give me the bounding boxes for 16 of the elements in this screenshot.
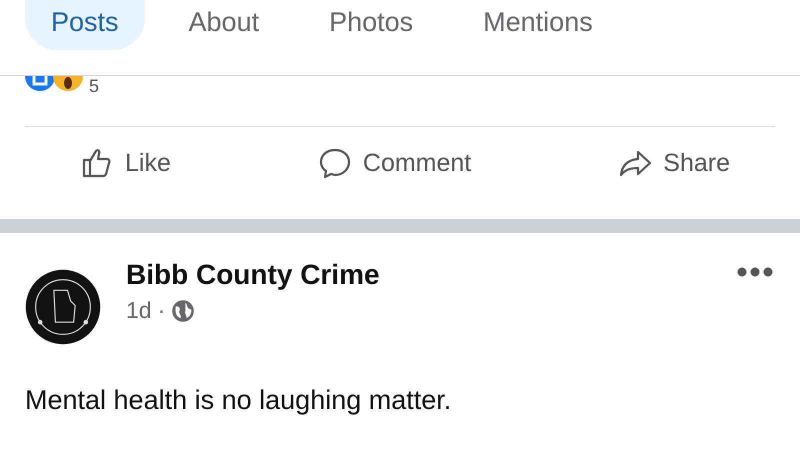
- like-button[interactable]: Like: [80, 141, 171, 185]
- tab[interactable]: Posts: [25, 0, 145, 50]
- post-time[interactable]: 1d: [126, 297, 152, 324]
- post-text: Mental health is no laughing matter.: [25, 385, 452, 416]
- globe-icon: [171, 298, 196, 322]
- author-name[interactable]: Bibb County Crime: [126, 259, 737, 291]
- speech-bubble-icon: [318, 146, 353, 180]
- reaction-count: 5: [89, 77, 100, 95]
- page-avatar-icon: [25, 269, 101, 345]
- share-button[interactable]: Share: [618, 141, 730, 185]
- tab[interactable]: Photos: [303, 0, 440, 50]
- separator-dot: ·: [158, 297, 166, 324]
- comment-button[interactable]: Comment: [318, 141, 472, 185]
- tab[interactable]: Mentions: [457, 0, 619, 50]
- tab[interactable]: About: [162, 0, 286, 50]
- more-options-icon[interactable]: [737, 267, 773, 277]
